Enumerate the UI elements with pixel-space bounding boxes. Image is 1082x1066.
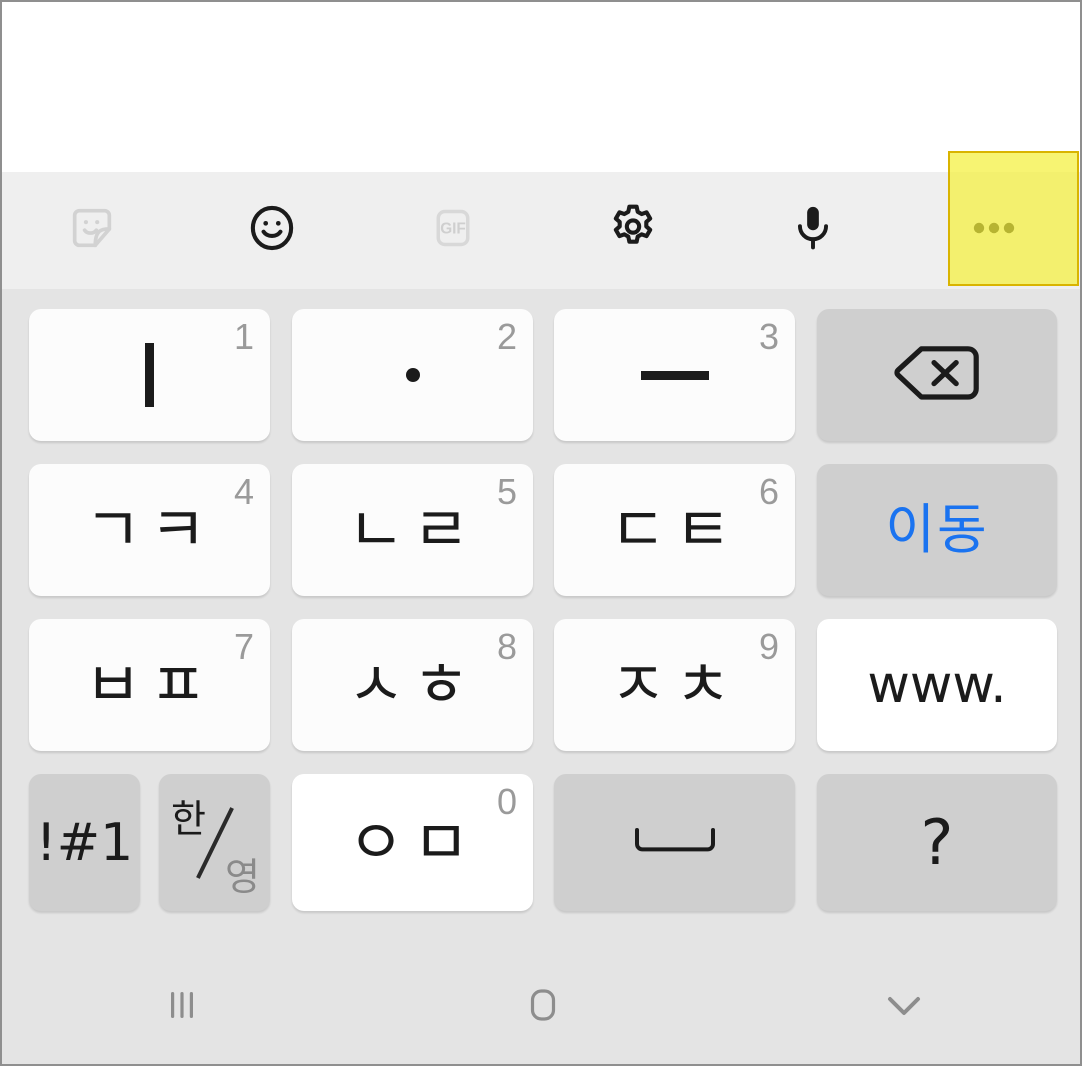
gif-icon: GIF: [427, 202, 479, 259]
toolbar-gif-button[interactable]: GIF: [363, 172, 543, 289]
key-label: ㅇㅁ: [347, 805, 478, 879]
key-vowel-dot[interactable]: 2: [292, 309, 533, 441]
key-number-label: 0: [496, 781, 517, 822]
key-consonant-j-ch[interactable]: ㅈㅊ 9: [554, 619, 795, 751]
key-number-label: 7: [233, 626, 254, 667]
space-icon: [632, 824, 718, 861]
key-number-label: 9: [758, 626, 779, 667]
toolbar-voice-button[interactable]: [723, 172, 903, 289]
gear-icon: [604, 199, 662, 262]
recents-icon: [159, 982, 205, 1033]
key-label: ㄴㄹ: [347, 493, 478, 566]
key-label: 이동: [885, 498, 989, 561]
key-glyph-bar-vertical: [145, 343, 154, 407]
key-go[interactable]: 이동: [817, 464, 1057, 596]
yeong-label: 영: [225, 855, 260, 899]
key-label: ㄷㅌ: [609, 493, 740, 566]
sticker-icon: [66, 202, 118, 259]
toolbar-sticker-button[interactable]: [2, 172, 182, 289]
key-number-label: 8: [496, 626, 517, 667]
key-question-mark[interactable]: ?: [817, 774, 1057, 911]
key-label: www.: [867, 655, 1007, 715]
key-number-label: 6: [758, 471, 779, 512]
system-navigation-bar: [2, 948, 1080, 1064]
key-space[interactable]: [554, 774, 795, 911]
key-number-label: 2: [496, 316, 517, 357]
key-label: ㅂㅍ: [84, 648, 215, 721]
key-glyph-bar-horizontal: [640, 370, 709, 380]
emoji-icon: [244, 200, 300, 261]
han-label: 한: [171, 797, 206, 841]
key-glyph-dot: [405, 368, 420, 382]
key-consonant-s-h[interactable]: ㅅㅎ 8: [292, 619, 533, 751]
key-consonant-g-k[interactable]: ㄱㅋ 4: [29, 464, 270, 596]
keyboard-toolbar: GIF: [2, 172, 1080, 289]
home-icon: [520, 982, 566, 1033]
key-vowel-i[interactable]: 1: [29, 309, 270, 441]
toolbar-emoji-button[interactable]: [182, 172, 362, 289]
microphone-icon: [786, 201, 840, 260]
key-number-label: 1: [233, 316, 254, 357]
key-consonant-n-r[interactable]: ㄴㄹ 5: [292, 464, 533, 596]
key-number-label: 3: [758, 316, 779, 357]
keyboard-keys-area: 1 2 3 ㄱㅋ 4 ㄴㄹ 5 ㄷㅌ 6 이동 ㅂㅍ 7 ㅅㅎ 8 ㅈㅊ 9 w…: [2, 289, 1080, 948]
toolbar-more-options-button[interactable]: [904, 172, 1080, 289]
nav-home-button[interactable]: [363, 948, 724, 1064]
key-vowel-eu[interactable]: 3: [554, 309, 795, 441]
key-label: ㄱㅋ: [84, 493, 215, 566]
chevron-down-icon: [878, 985, 930, 1030]
key-consonant-ng-m[interactable]: ㅇㅁ 0: [292, 774, 533, 911]
key-label: ㅅㅎ: [347, 648, 478, 721]
nav-hide-keyboard-button[interactable]: [723, 948, 1080, 1064]
key-label: ?: [920, 805, 954, 879]
key-language-toggle[interactable]: 한 영: [159, 774, 270, 911]
key-number-label: 4: [233, 471, 254, 512]
key-number-label: 5: [496, 471, 517, 512]
key-symbols[interactable]: !#1: [29, 774, 140, 911]
key-label: !#1: [35, 812, 134, 873]
device-screen: GIF 1 2 3 ㄱㅋ 4 ㄴㄹ 5 ㄷㅌ 6 이동 ㅂㅍ 7 ㅅㅎ 8 ㅈㅊ…: [0, 0, 1082, 1066]
gif-icon-text: GIF: [440, 221, 466, 238]
key-label: ㅈㅊ: [609, 648, 740, 721]
toolbar-settings-button[interactable]: [543, 172, 723, 289]
app-content-area: [2, 2, 1080, 172]
han-yeong-glyph: 한 영: [159, 774, 270, 911]
nav-recents-button[interactable]: [2, 948, 363, 1064]
key-www[interactable]: www.: [817, 619, 1057, 751]
key-backspace[interactable]: [817, 309, 1057, 441]
more-options-icon: [965, 218, 1023, 243]
backspace-icon: [891, 342, 983, 409]
key-consonant-d-t[interactable]: ㄷㅌ 6: [554, 464, 795, 596]
key-consonant-b-p[interactable]: ㅂㅍ 7: [29, 619, 270, 751]
